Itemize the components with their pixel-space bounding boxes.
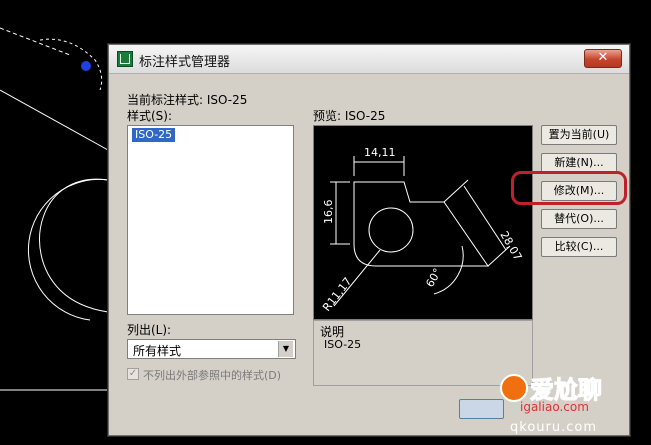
preview-dim-right: 28,07: [497, 229, 524, 263]
chevron-down-icon[interactable]: ▼: [278, 341, 293, 357]
preview-panel: 14,11 16,6 28,07 60° R11,17: [313, 125, 533, 320]
preview-dim-left: 16,6: [322, 200, 335, 225]
preview-label: 预览: ISO-25: [313, 109, 386, 123]
close-button[interactable]: ✕: [584, 49, 622, 68]
site-watermark: 爱尬聊 igaliao.com qkouru.com: [500, 368, 650, 444]
preview-dim-top: 14,11: [364, 146, 396, 159]
override-button[interactable]: 替代(O)...: [541, 209, 617, 229]
xref-filter-label: 不列出外部参照中的样式(D): [143, 369, 282, 382]
list-filter-value: 所有样式: [133, 344, 182, 358]
dimension-preview-drawing: 14,11 16,6 28,07 60° R11,17: [320, 146, 524, 314]
preview-dim-radius: R11,17: [320, 275, 354, 314]
xref-filter-checkbox[interactable]: ✓: [127, 368, 139, 380]
dialog-title: 标注样式管理器: [139, 55, 231, 70]
watermark-line3: qkouru.com: [510, 420, 597, 435]
new-button[interactable]: 新建(N)...: [541, 153, 617, 173]
highlight-annotation-ring: [511, 171, 627, 205]
list-filter-select[interactable]: 所有样式 ▼: [127, 339, 296, 359]
watermark-line2: igaliao.com: [520, 400, 589, 414]
close-icon: ✕: [597, 50, 609, 65]
styles-label: 样式(S):: [127, 109, 173, 123]
list-label: 列出(L):: [127, 323, 172, 337]
compare-button[interactable]: 比较(C)...: [541, 237, 617, 257]
ok-button-partial[interactable]: [459, 399, 504, 419]
styles-list[interactable]: ISO-25: [127, 125, 294, 315]
description-value: ISO-25: [324, 338, 362, 351]
preview-dim-angle: 60°: [423, 266, 444, 289]
autocad-app-icon: [117, 51, 133, 67]
current-style-label: 当前标注样式: ISO-25: [127, 93, 248, 107]
watermark-logo-icon: [500, 374, 528, 402]
style-list-item-iso-25[interactable]: ISO-25: [132, 128, 176, 142]
dialog-titlebar[interactable]: 标注样式管理器 ✕: [109, 45, 629, 74]
set-current-button[interactable]: 置为当前(U): [541, 125, 617, 145]
